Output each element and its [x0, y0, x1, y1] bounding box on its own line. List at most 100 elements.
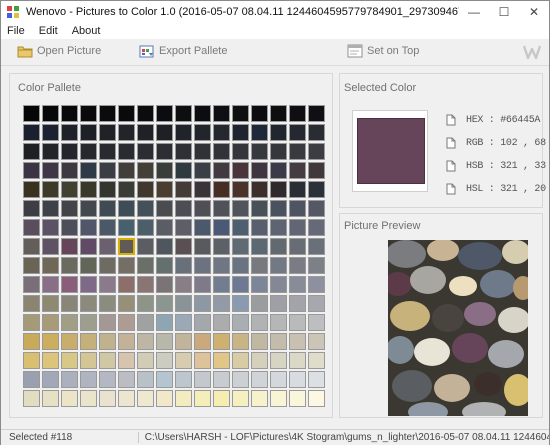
palette-cell[interactable]	[42, 371, 59, 388]
palette-cell[interactable]	[289, 181, 306, 198]
palette-cell[interactable]	[156, 181, 173, 198]
palette-cell[interactable]	[194, 333, 211, 350]
palette-cell[interactable]	[118, 276, 135, 293]
palette-cell[interactable]	[99, 200, 116, 217]
palette-cell[interactable]	[251, 143, 268, 160]
palette-cell[interactable]	[270, 333, 287, 350]
palette-cell[interactable]	[99, 371, 116, 388]
palette-cell[interactable]	[118, 200, 135, 217]
palette-cell[interactable]	[232, 276, 249, 293]
palette-cell[interactable]	[137, 257, 154, 274]
palette-cell[interactable]	[251, 371, 268, 388]
palette-cell[interactable]	[61, 105, 78, 122]
palette-cell[interactable]	[99, 314, 116, 331]
palette-cell[interactable]	[61, 238, 78, 255]
palette-cell[interactable]	[137, 333, 154, 350]
palette-cell[interactable]	[289, 143, 306, 160]
palette-cell[interactable]	[251, 295, 268, 312]
palette-cell[interactable]	[23, 181, 40, 198]
palette-cell[interactable]	[175, 162, 192, 179]
palette-cell[interactable]	[213, 390, 230, 407]
maximize-button[interactable]: ☐	[489, 1, 519, 23]
palette-cell[interactable]	[308, 352, 325, 369]
palette-cell[interactable]	[61, 200, 78, 217]
copy-hex-icon[interactable]	[446, 114, 456, 126]
palette-cell[interactable]	[289, 257, 306, 274]
palette-cell[interactable]	[42, 238, 59, 255]
palette-cell[interactable]	[137, 390, 154, 407]
palette-cell[interactable]	[213, 276, 230, 293]
palette-cell[interactable]	[99, 238, 116, 255]
palette-cell[interactable]	[175, 352, 192, 369]
palette-cell[interactable]	[61, 257, 78, 274]
palette-cell[interactable]	[137, 200, 154, 217]
palette-cell[interactable]	[270, 162, 287, 179]
palette-cell[interactable]	[80, 390, 97, 407]
palette-cell[interactable]	[232, 352, 249, 369]
palette-cell[interactable]	[99, 162, 116, 179]
palette-cell[interactable]	[194, 143, 211, 160]
palette-cell[interactable]	[194, 124, 211, 141]
palette-cell[interactable]	[251, 105, 268, 122]
palette-cell[interactable]	[156, 124, 173, 141]
copy-hsl-icon[interactable]	[446, 183, 456, 195]
palette-cell[interactable]	[137, 276, 154, 293]
palette-cell[interactable]	[42, 276, 59, 293]
palette-cell[interactable]	[99, 333, 116, 350]
palette-cell[interactable]	[118, 238, 135, 255]
palette-cell[interactable]	[213, 295, 230, 312]
palette-cell[interactable]	[99, 352, 116, 369]
palette-cell[interactable]	[99, 181, 116, 198]
palette-cell[interactable]	[137, 238, 154, 255]
menu-edit[interactable]: Edit	[39, 25, 58, 37]
palette-cell[interactable]	[156, 352, 173, 369]
palette-cell[interactable]	[308, 371, 325, 388]
palette-cell[interactable]	[270, 124, 287, 141]
palette-cell[interactable]	[213, 124, 230, 141]
palette-cell[interactable]	[156, 105, 173, 122]
palette-cell[interactable]	[213, 162, 230, 179]
palette-cell[interactable]	[251, 257, 268, 274]
palette-cell[interactable]	[194, 276, 211, 293]
palette-cell[interactable]	[194, 200, 211, 217]
palette-cell[interactable]	[289, 105, 306, 122]
palette-cell[interactable]	[80, 143, 97, 160]
palette-cell[interactable]	[137, 181, 154, 198]
palette-cell[interactable]	[80, 333, 97, 350]
palette-cell[interactable]	[270, 181, 287, 198]
open-picture-button[interactable]: Open Picture	[17, 44, 101, 58]
palette-cell[interactable]	[23, 295, 40, 312]
palette-cell[interactable]	[61, 181, 78, 198]
palette-cell[interactable]	[308, 238, 325, 255]
palette-cell[interactable]	[156, 314, 173, 331]
palette-cell[interactable]	[156, 295, 173, 312]
palette-cell[interactable]	[308, 162, 325, 179]
palette-cell[interactable]	[23, 105, 40, 122]
palette-cell[interactable]	[42, 257, 59, 274]
palette-cell[interactable]	[213, 314, 230, 331]
palette-cell[interactable]	[99, 276, 116, 293]
palette-cell[interactable]	[308, 314, 325, 331]
palette-cell[interactable]	[251, 162, 268, 179]
palette-cell[interactable]	[99, 295, 116, 312]
palette-cell[interactable]	[175, 257, 192, 274]
palette-cell[interactable]	[80, 124, 97, 141]
export-pallete-button[interactable]: Export Pallete	[139, 44, 227, 58]
palette-cell[interactable]	[80, 219, 97, 236]
palette-cell[interactable]	[61, 124, 78, 141]
palette-cell[interactable]	[61, 333, 78, 350]
palette-cell[interactable]	[213, 333, 230, 350]
palette-cell[interactable]	[251, 219, 268, 236]
palette-cell[interactable]	[80, 276, 97, 293]
menu-file[interactable]: File	[7, 25, 25, 37]
palette-cell[interactable]	[308, 200, 325, 217]
palette-cell[interactable]	[42, 390, 59, 407]
palette-cell[interactable]	[270, 371, 287, 388]
palette-cell[interactable]	[23, 162, 40, 179]
palette-cell[interactable]	[175, 295, 192, 312]
palette-cell[interactable]	[137, 105, 154, 122]
palette-cell[interactable]	[289, 352, 306, 369]
palette-cell[interactable]	[194, 238, 211, 255]
palette-cell[interactable]	[270, 257, 287, 274]
palette-cell[interactable]	[175, 181, 192, 198]
